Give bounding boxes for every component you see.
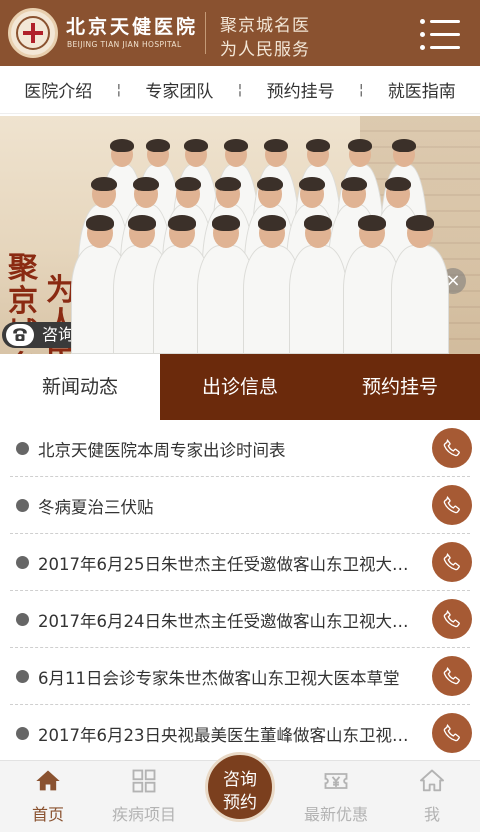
grid-icon [132, 769, 156, 793]
phone-call-icon[interactable] [432, 599, 472, 639]
home-outline-icon [419, 769, 445, 792]
news-title[interactable]: 2017年6月23日央视最美医生董峰做客山东卫视大医本草堂 [38, 722, 418, 746]
bullet-icon [16, 727, 29, 740]
coupon-yen-icon [324, 773, 348, 789]
phone-call-icon[interactable] [432, 428, 472, 468]
list-item[interactable]: 2017年6月24日朱世杰主任受邀做客山东卫视大医本草堂 [10, 591, 472, 648]
list-item[interactable]: 6月11日会诊专家朱世杰做客山东卫视大医本草堂 [10, 648, 472, 705]
slogan-line-1: 聚京城名医 [220, 16, 310, 36]
news-title[interactable]: 2017年6月24日朱世杰主任受邀做客山东卫视大医本草堂 [38, 608, 418, 632]
header-divider [205, 12, 206, 54]
bottom-nav-label: 最新优惠 [303, 805, 368, 824]
bottom-nav-label: 疾病项目 [111, 805, 176, 824]
hospital-logo-icon[interactable] [8, 8, 58, 58]
bottom-nav-me[interactable]: 我 [384, 761, 480, 832]
content-tabs: 新闻动态 出诊信息 预约挂号 [0, 354, 480, 420]
tab-appointment[interactable]: 预约挂号 [320, 354, 480, 420]
mobile-page: 北京天健医院 BEIJING TIAN JIAN HOSPITAL 聚京城名医 … [0, 0, 480, 832]
bullet-icon [16, 499, 29, 512]
hospital-name[interactable]: 北京天健医院 [66, 12, 198, 39]
telephone-icon [6, 324, 34, 346]
news-title[interactable]: 冬病夏治三伏贴 [38, 494, 418, 518]
consult-appointment-button[interactable]: 咨询 预约 [205, 752, 275, 822]
nav-hospital-intro[interactable]: 医院介绍 [0, 77, 116, 102]
bullet-icon [16, 442, 29, 455]
list-item[interactable]: 2017年6月25日朱世杰主任受邀做客山东卫视大医本草堂 [10, 534, 472, 591]
news-title[interactable]: 北京天健医院本周专家出诊时间表 [38, 437, 418, 461]
header-bar: 北京天健医院 BEIJING TIAN JIAN HOSPITAL 聚京城名医 … [0, 0, 480, 66]
doctor-figure [391, 215, 449, 354]
doctor-figure [289, 215, 347, 354]
bottom-nav-latest-offers[interactable]: 最新优惠 [288, 761, 384, 832]
list-item[interactable]: 冬病夏治三伏贴 [10, 477, 472, 534]
banner-carousel[interactable]: 聚 京 城 名 医 为 人 民 服 务 × [0, 116, 480, 354]
nav-appointment[interactable]: 预约挂号 [242, 77, 358, 102]
bottom-nav-home[interactable]: 首页 [0, 761, 96, 832]
bottom-nav-label: 首页 [31, 805, 64, 824]
top-nav: 医院介绍 ¦ 专家团队 ¦ 预约挂号 ¦ 就医指南 [0, 66, 480, 114]
consult-label-line2: 预约 [223, 793, 257, 813]
consult-label-line1: 咨询 [223, 770, 257, 790]
list-item[interactable]: 北京天健医院本周专家出诊时间表 [10, 420, 472, 477]
phone-call-icon[interactable] [432, 656, 472, 696]
hospital-name-english: BEIJING TIAN JIAN HOSPITAL [67, 40, 182, 49]
tab-news[interactable]: 新闻动态 [0, 354, 160, 420]
nav-expert-team[interactable]: 专家团队 [121, 77, 237, 102]
bullet-icon [16, 556, 29, 569]
news-title[interactable]: 2017年6月25日朱世杰主任受邀做客山东卫视大医本草堂 [38, 551, 418, 575]
bottom-nav-label: 我 [423, 805, 440, 824]
phone-call-icon[interactable] [432, 485, 472, 525]
bottom-nav-disease-projects[interactable]: 疾病项目 [96, 761, 192, 832]
home-icon [36, 770, 60, 791]
hamburger-menu-icon[interactable] [420, 14, 460, 54]
slogan-line-2: 为人民服务 [220, 40, 310, 60]
phone-call-icon[interactable] [432, 713, 472, 753]
bullet-icon [16, 613, 29, 626]
news-list: 北京天健医院本周专家出诊时间表 冬病夏治三伏贴 2017年6月25日朱世杰主任受… [0, 420, 480, 762]
phone-call-icon[interactable] [432, 542, 472, 582]
nav-visit-guide[interactable]: 就医指南 [364, 77, 480, 102]
tab-clinic-info[interactable]: 出诊信息 [160, 354, 320, 420]
bullet-icon [16, 670, 29, 683]
news-title[interactable]: 6月11日会诊专家朱世杰做客山东卫视大医本草堂 [38, 665, 418, 689]
